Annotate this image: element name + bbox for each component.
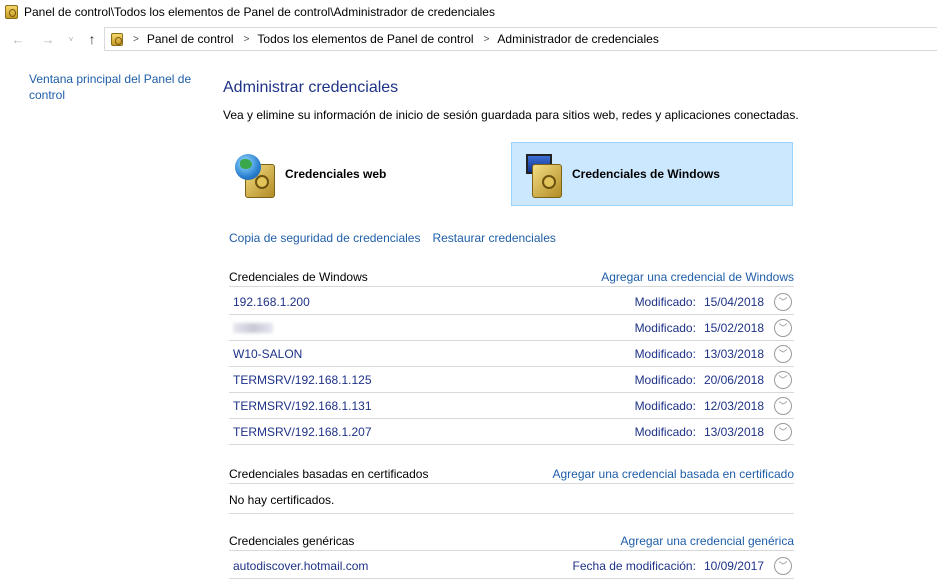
modified-label: Modificado:: [634, 424, 696, 439]
credential-row[interactable]: TERMSRV/192.168.1.131 Modificado: 12/03/…: [229, 393, 794, 419]
tile-windows-credentials-label: Credenciales de Windows: [572, 167, 720, 181]
credential-name: TERMSRV/192.168.1.131: [233, 398, 372, 413]
modified-label: Modificado:: [634, 320, 696, 335]
credential-row[interactable]: TERMSRV/192.168.1.125 Modificado: 20/06/…: [229, 367, 794, 393]
tile-web-credentials[interactable]: Credenciales web: [229, 142, 501, 206]
control-panel-icon: [111, 32, 123, 46]
credential-name-redacted: [233, 321, 635, 335]
modified-date: 20/06/2018: [703, 372, 764, 387]
control-panel-icon: [5, 5, 18, 19]
forward-arrow-icon[interactable]: →: [36, 28, 60, 50]
expand-chevron-icon[interactable]: ﹀: [774, 370, 792, 389]
credential-row[interactable]: 192.168.1.200 Modificado: 15/04/2018 ﹀: [229, 289, 794, 315]
expand-chevron-icon[interactable]: ﹀: [774, 556, 792, 575]
breadcrumb-item-panel-de-control[interactable]: Panel de control: [147, 32, 234, 46]
breadcrumb[interactable]: > Panel de control > Todos los elementos…: [104, 27, 937, 51]
expand-chevron-icon[interactable]: ﹀: [774, 396, 792, 415]
modified-date: 13/03/2018: [703, 424, 764, 439]
credential-name: TERMSRV/192.168.1.207: [233, 424, 372, 439]
section-title: Credenciales de Windows: [229, 269, 368, 284]
certificate-credentials-header: Credenciales basadas en certificados Agr…: [229, 464, 794, 484]
credential-name: 192.168.1.200: [233, 294, 310, 309]
modified-date: 15/04/2018: [703, 294, 764, 309]
modified-label: Modificado:: [634, 372, 696, 387]
windows-credentials-vault-icon: [522, 148, 568, 200]
add-generic-credential-link[interactable]: Agregar una credencial genérica: [621, 534, 794, 548]
expand-chevron-icon[interactable]: ﹀: [774, 318, 792, 337]
add-certificate-credential-link[interactable]: Agregar una credencial basada en certifi…: [553, 467, 795, 481]
expand-chevron-icon[interactable]: ﹀: [774, 292, 792, 311]
credential-row[interactable]: Modificado: 15/02/2018 ﹀: [229, 315, 794, 341]
expand-chevron-icon[interactable]: ﹀: [774, 344, 792, 363]
address-bar: ← → ˅ ↑ > Panel de control > Todos los e…: [0, 27, 937, 51]
chevron-right-icon[interactable]: >: [484, 34, 490, 45]
add-windows-credential-link[interactable]: Agregar una credencial de Windows: [601, 270, 794, 284]
modified-label: Modificado:: [634, 398, 696, 413]
section-title: Credenciales genéricas: [229, 533, 355, 548]
back-arrow-icon[interactable]: ←: [6, 28, 30, 50]
web-credentials-vault-icon: [235, 148, 281, 200]
sidebar-link-control-panel-home[interactable]: Ventana principal del Panel de control: [29, 71, 204, 103]
modified-label: Modificado:: [634, 294, 696, 309]
credential-row[interactable]: autodiscover.hotmail.com Fecha de modifi…: [229, 553, 794, 579]
no-certificates-text: No hay certificados.: [229, 487, 794, 514]
credential-row[interactable]: TERMSRV/192.168.1.207 Modificado: 13/03/…: [229, 419, 794, 445]
page-description: Vea y elimine su información de inicio d…: [223, 108, 799, 122]
credential-name: autodiscover.hotmail.com: [233, 558, 369, 573]
chevron-right-icon[interactable]: >: [244, 34, 250, 45]
modified-date: 13/03/2018: [703, 346, 764, 361]
credential-actions: Copia de seguridad de credenciales Resta…: [229, 231, 568, 245]
chevron-right-icon[interactable]: >: [133, 34, 139, 45]
breadcrumb-item-todos-los-elementos[interactable]: Todos los elementos de Panel de control: [257, 32, 473, 46]
title-bar: Panel de control\Todos los elementos de …: [0, 0, 937, 24]
redacted-text: [233, 323, 273, 334]
generic-credentials-header: Credenciales genéricas Agregar una crede…: [229, 531, 794, 551]
credential-name: W10-SALON: [233, 346, 303, 361]
modified-date: 12/03/2018: [703, 398, 764, 413]
modified-label: Fecha de modificación:: [572, 558, 696, 573]
windows-credentials-header: Credenciales de Windows Agregar una cred…: [229, 267, 794, 287]
tile-windows-credentials[interactable]: Credenciales de Windows: [511, 142, 793, 206]
expand-chevron-icon[interactable]: ﹀: [774, 422, 792, 441]
backup-credentials-link[interactable]: Copia de seguridad de credenciales: [229, 231, 420, 245]
restore-credentials-link[interactable]: Restaurar credenciales: [432, 231, 555, 245]
section-title: Credenciales basadas en certificados: [229, 466, 429, 481]
up-arrow-icon[interactable]: ↑: [80, 28, 104, 50]
credential-row[interactable]: W10-SALON Modificado: 13/03/2018 ﹀: [229, 341, 794, 367]
modified-date: 15/02/2018: [703, 320, 764, 335]
modified-label: Modificado:: [634, 346, 696, 361]
credential-name: TERMSRV/192.168.1.125: [233, 372, 372, 387]
tile-web-credentials-label: Credenciales web: [285, 167, 387, 181]
breadcrumb-item-administrador[interactable]: Administrador de credenciales: [497, 32, 658, 46]
page-title: Administrar credenciales: [223, 79, 399, 96]
modified-date: 10/09/2017: [703, 558, 764, 573]
recent-locations-chevron-icon[interactable]: ˅: [64, 28, 78, 50]
window-title: Panel de control\Todos los elementos de …: [24, 5, 495, 19]
